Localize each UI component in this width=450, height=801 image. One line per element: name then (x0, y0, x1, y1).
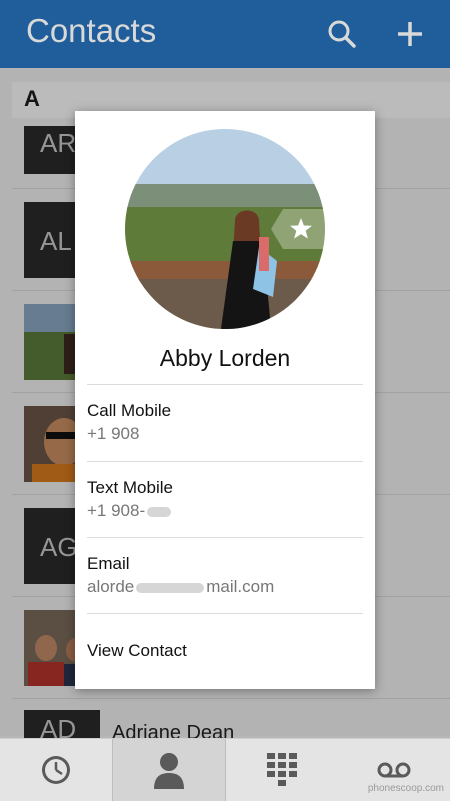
divider (87, 384, 363, 385)
call-mobile-action[interactable]: Call Mobile +1 908 (87, 401, 363, 444)
phone-number: +1 908 (87, 424, 140, 443)
page-title: Contacts (26, 12, 157, 49)
dialpad-icon (267, 753, 297, 786)
search-icon[interactable] (324, 16, 360, 52)
clock-icon (42, 756, 70, 784)
divider (87, 537, 363, 538)
text-mobile-action[interactable]: Text Mobile +1 908- (87, 478, 363, 521)
favorite-button[interactable] (271, 209, 325, 249)
email-action[interactable]: Email alorde mail.com (87, 554, 363, 597)
action-label: Call Mobile (87, 401, 172, 420)
view-contact-button[interactable]: View Contact (87, 641, 363, 661)
redacted-text (136, 582, 205, 593)
person-icon (154, 753, 184, 789)
app-header: Contacts (0, 0, 450, 68)
contact-name-heading: Abby Lorden (159, 345, 291, 371)
phone-number: +1 908- (87, 501, 363, 521)
star-icon (271, 209, 325, 249)
quick-contact-dialog: Abby Lorden Call Mobile +1 908 Text Mobi… (75, 111, 375, 689)
action-label: Text Mobile (87, 478, 173, 497)
divider (87, 461, 363, 462)
email-address: alorde mail.com (87, 577, 275, 596)
redacted-text (147, 506, 172, 517)
tab-recents[interactable] (0, 739, 112, 801)
divider (87, 613, 363, 614)
tab-contacts[interactable] (112, 739, 226, 801)
action-label: Email (87, 554, 130, 573)
plus-icon[interactable] (392, 16, 428, 52)
tab-dialpad[interactable] (226, 739, 338, 801)
view-contact-label: View Contact (87, 641, 187, 660)
voicemail-icon (377, 762, 411, 778)
watermark: phonescoop.com (367, 783, 444, 794)
